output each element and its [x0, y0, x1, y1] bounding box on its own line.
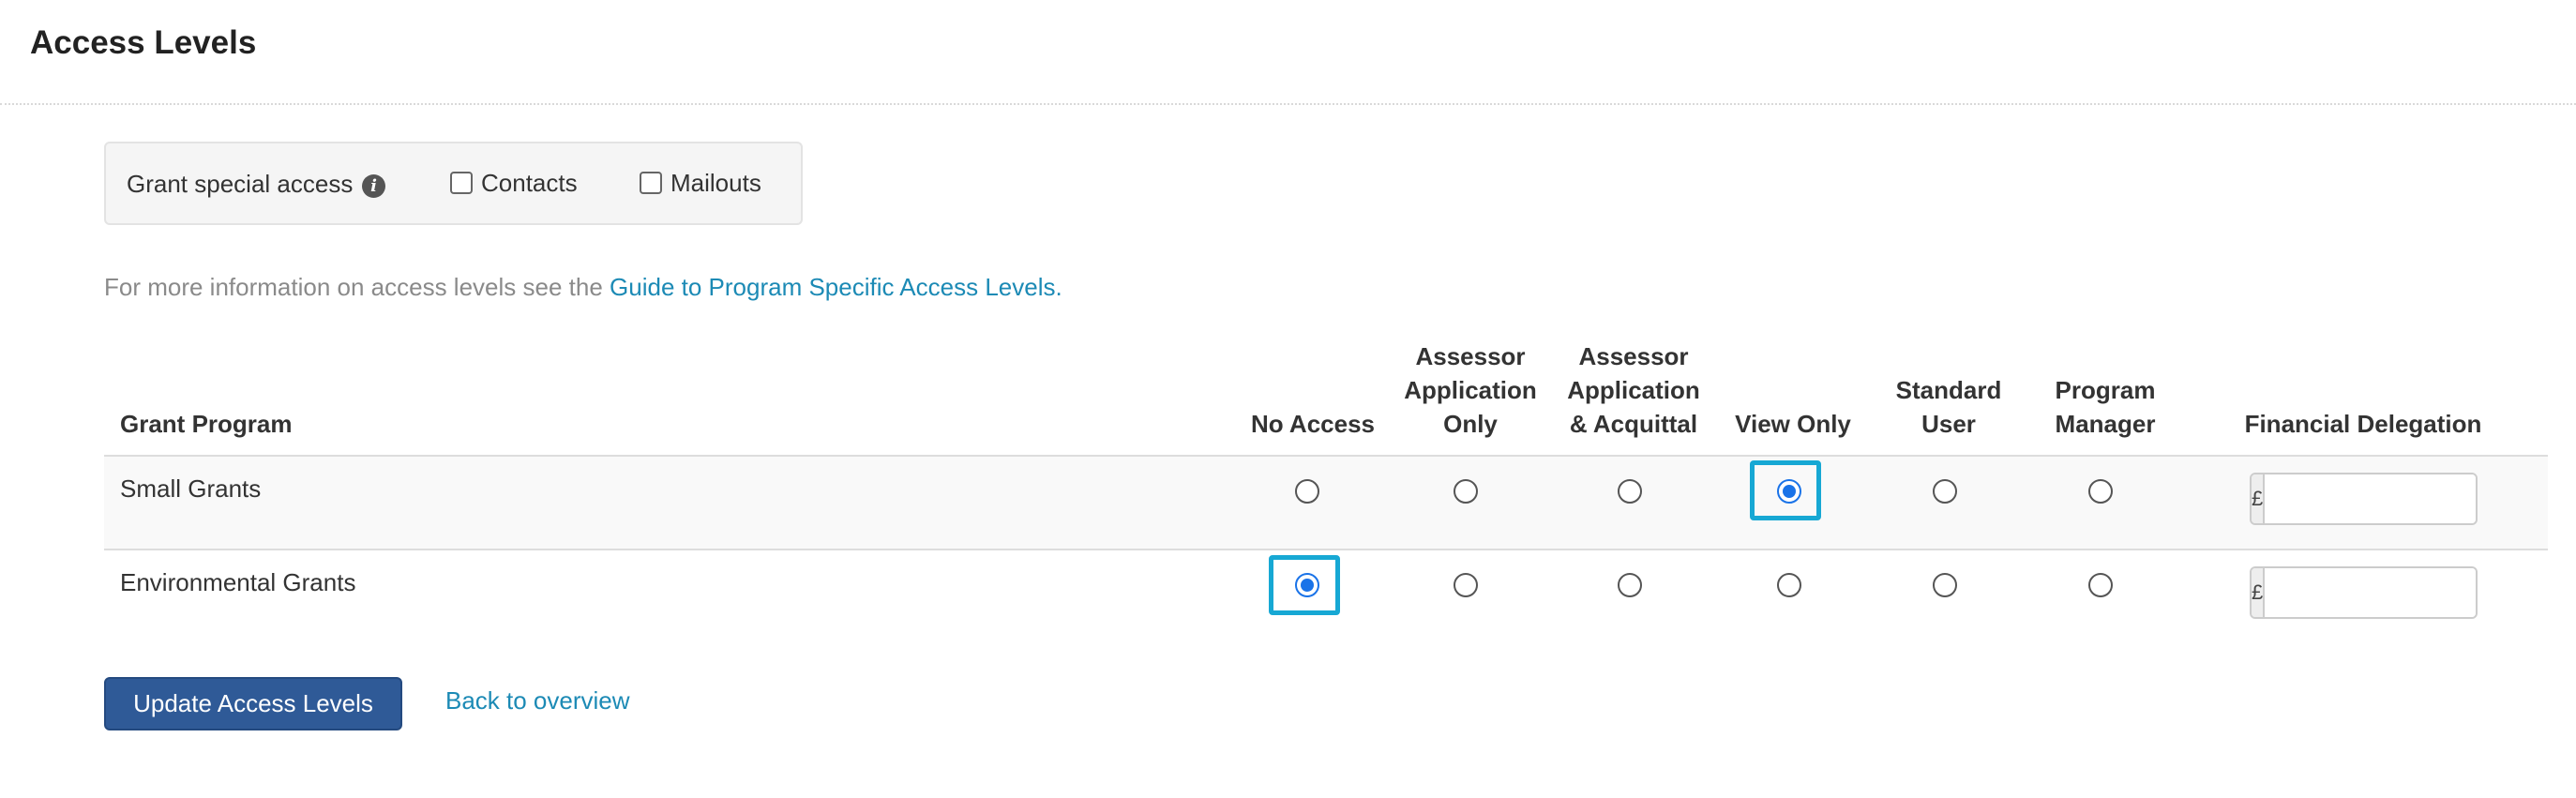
header-financial-delegation: Financial Delegation [2244, 410, 2482, 438]
mailouts-checkbox-label[interactable]: Mailouts [670, 169, 761, 198]
header-no-access: No Access [1251, 410, 1375, 438]
environmental-grants-program-manager-radio[interactable] [2088, 573, 2113, 597]
mailouts-checkbox-option[interactable]: Mailouts [640, 168, 761, 198]
small-grants-assessor-application-only-radio[interactable] [1454, 479, 1478, 504]
small-grants-view-only-radio[interactable] [1777, 479, 1801, 504]
header-grant-program: Grant Program [120, 410, 293, 438]
header-assessor-application-acquittal-line: Application [1567, 376, 1700, 404]
environmental-grants-no-access-radio[interactable] [1295, 573, 1319, 597]
environmental-grants-view-only-radio[interactable] [1777, 573, 1801, 597]
environmental-grants-financial-delegation-input[interactable] [2265, 568, 2476, 617]
access-levels-page: Access Levels Grant special access i Con… [0, 0, 2576, 798]
guide-link[interactable]: Guide to Program Specific Access Levels. [610, 273, 1062, 301]
header-view-only: View Only [1735, 410, 1851, 438]
special-access-panel: Grant special access i Contacts Mailouts [104, 142, 803, 225]
small-grants-financial-delegation: £ [2250, 473, 2478, 525]
header-program-manager-line: Manager [2055, 410, 2156, 438]
small-grants-program-manager-radio[interactable] [2088, 479, 2113, 504]
info-icon[interactable]: i [362, 174, 385, 198]
table-row [104, 457, 2548, 550]
currency-addon: £ [2252, 568, 2266, 617]
back-to-overview-link[interactable]: Back to overview [445, 686, 630, 715]
environmental-grants-assessor-application-only-radio[interactable] [1454, 573, 1478, 597]
header-assessor-application-only: Assessor Application Only [1395, 339, 1545, 441]
environmental-grants-standard-user-radio[interactable] [1933, 573, 1957, 597]
small-grants-assessor-application-acquittal-radio[interactable] [1618, 479, 1642, 504]
special-access-label: Grant special access [127, 170, 354, 198]
contacts-checkbox-option[interactable]: Contacts [450, 168, 578, 198]
header-assessor-application-only-line: Only [1443, 410, 1498, 438]
header-standard-user-line: Standard [1895, 376, 2002, 404]
header-assessor-application-only-line: Assessor [1415, 342, 1526, 370]
header-standard-user-line: User [1921, 410, 1976, 438]
small-grants-financial-delegation-input[interactable] [2265, 474, 2476, 523]
header-program-manager-line: Program [2055, 376, 2156, 404]
header-assessor-application-only-line: Application [1404, 376, 1537, 404]
environmental-grants-assessor-application-acquittal-radio[interactable] [1618, 573, 1642, 597]
header-assessor-application-acquittal-line: Assessor [1578, 342, 1689, 370]
environmental-grants-financial-delegation: £ [2250, 566, 2478, 619]
page-title: Access Levels [30, 24, 257, 61]
row-name-small-grants: Small Grants [120, 474, 262, 503]
small-grants-standard-user-radio[interactable] [1933, 479, 1957, 504]
info-text: For more information on access levels se… [104, 273, 610, 301]
header-program-manager: Program Manager [2040, 373, 2171, 441]
contacts-checkbox-label[interactable]: Contacts [481, 169, 578, 198]
mailouts-checkbox[interactable] [640, 172, 662, 194]
small-grants-no-access-radio[interactable] [1295, 479, 1319, 504]
title-divider [0, 103, 2576, 105]
access-levels-info: For more information on access levels se… [104, 273, 1062, 302]
header-assessor-application-acquittal: Assessor Application & Acquittal [1559, 339, 1709, 441]
header-standard-user: Standard User [1883, 373, 2014, 441]
header-assessor-application-acquittal-line: & Acquittal [1569, 410, 1698, 438]
update-access-levels-button[interactable]: Update Access Levels [104, 677, 402, 730]
contacts-checkbox[interactable] [450, 172, 473, 194]
currency-addon: £ [2252, 474, 2266, 523]
row-name-environmental-grants: Environmental Grants [120, 568, 356, 596]
